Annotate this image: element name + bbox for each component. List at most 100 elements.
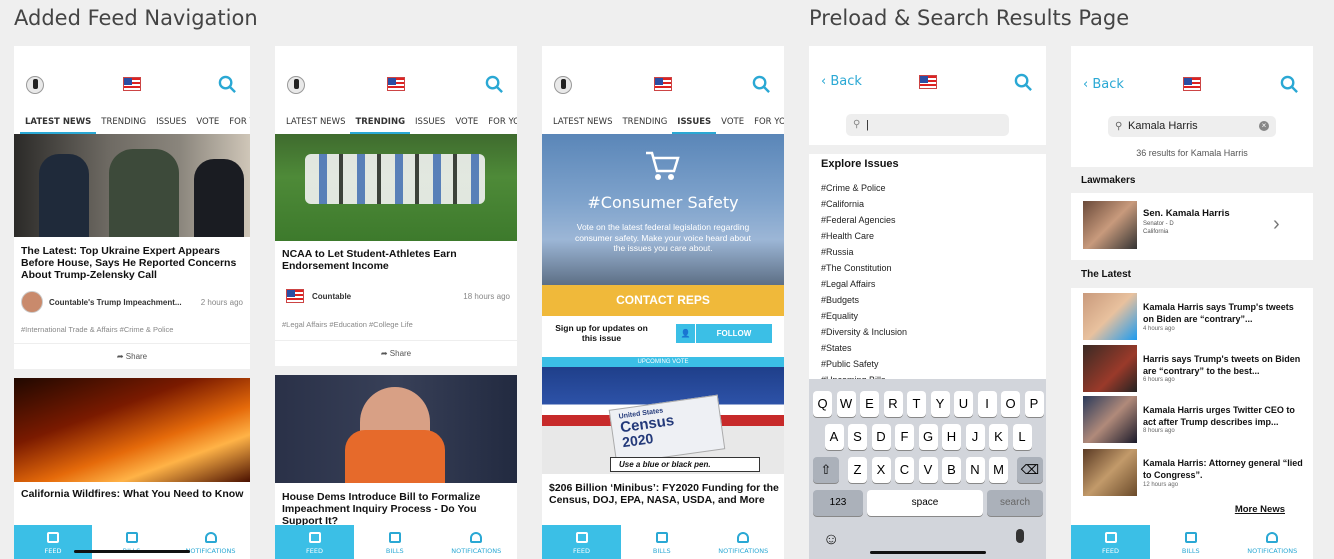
more-news-link[interactable]: More News <box>1235 504 1285 515</box>
search-icon[interactable] <box>752 75 771 94</box>
key-c[interactable]: C <box>895 457 914 483</box>
flag-logo-icon[interactable] <box>387 77 405 91</box>
key-j[interactable]: J <box>965 424 985 450</box>
profile-avatar[interactable] <box>26 76 44 94</box>
tab-issues[interactable]: ISSUES <box>410 116 450 134</box>
key-u[interactable]: U <box>954 391 973 417</box>
issue-item[interactable]: #Budgets <box>821 292 907 308</box>
nav-notifications[interactable]: NOTIFICATIONS <box>436 525 518 559</box>
nav-notifications[interactable]: NOTIFICATIONS <box>1232 525 1314 559</box>
news-image[interactable] <box>275 134 517 241</box>
key-y[interactable]: Y <box>930 391 950 417</box>
issue-item[interactable]: #Federal Agencies <box>821 212 907 228</box>
issue-item[interactable]: #Health Care <box>821 228 907 244</box>
news-image[interactable]: United States Census 2020 Use a blue or … <box>542 367 784 474</box>
nav-feed[interactable]: FEED <box>1071 525 1150 559</box>
news-tags[interactable]: #International Trade & Affairs #Crime & … <box>21 325 173 334</box>
search-icon[interactable] <box>1280 75 1299 94</box>
profile-avatar[interactable] <box>554 76 572 94</box>
issue-item[interactable]: #The Constitution <box>821 260 907 276</box>
delete-key[interactable]: ⌫ <box>1017 457 1043 483</box>
key-w[interactable]: W <box>836 391 856 417</box>
news-title[interactable]: California Wildfires: What You Need to K… <box>21 488 250 500</box>
tab-for-you[interactable]: FOR YOU <box>224 116 250 134</box>
profile-avatar[interactable] <box>287 76 305 94</box>
news-image[interactable] <box>14 378 250 482</box>
tab-trending[interactable]: TRENDING <box>617 116 672 134</box>
key-l[interactable]: L <box>1012 424 1032 450</box>
tab-vote[interactable]: VOTE <box>450 116 483 134</box>
back-button[interactable]: ‹ Back <box>1083 77 1124 92</box>
key-k[interactable]: K <box>989 424 1008 450</box>
issue-item[interactable]: #Legal Affairs <box>821 276 907 292</box>
emoji-icon[interactable]: ☺ <box>823 531 839 549</box>
space-key[interactable]: space <box>867 490 983 516</box>
nav-feed[interactable]: FEED <box>14 525 92 559</box>
follow-button[interactable]: 👤 FOLLOW <box>676 324 772 343</box>
news-title[interactable]: The Latest: Top Ukraine Expert Appears B… <box>21 245 243 281</box>
search-icon[interactable] <box>485 75 504 94</box>
flag-logo-icon[interactable] <box>654 77 672 91</box>
issue-item[interactable]: #Crime & Police <box>821 180 907 196</box>
key-i[interactable]: I <box>977 391 997 417</box>
list-item[interactable]: Kamala Harris says Trump's tweets on Bid… <box>1083 291 1305 343</box>
list-item[interactable]: Kamala Harris urges Twitter CEO to act a… <box>1083 394 1305 447</box>
key-h[interactable]: H <box>942 424 961 450</box>
key-g[interactable]: G <box>918 424 938 450</box>
tab-latest-news[interactable]: LATEST NEWS <box>20 116 97 134</box>
tab-for-you[interactable]: FOR YOU <box>483 116 517 134</box>
issue-item[interactable]: #Diversity & Inclusion <box>821 324 907 340</box>
nav-feed[interactable]: FEED <box>275 525 354 559</box>
nav-feed[interactable]: FEED <box>542 525 621 559</box>
tab-vote[interactable]: VOTE <box>716 116 749 134</box>
issue-item[interactable]: #Equality <box>821 308 907 324</box>
key-x[interactable]: X <box>871 457 891 483</box>
flag-logo-icon[interactable] <box>123 77 141 91</box>
back-button[interactable]: ‹ Back <box>821 74 862 89</box>
issue-item[interactable]: #Public Safety <box>821 356 907 372</box>
news-title[interactable]: House Dems Introduce Bill to Formalize I… <box>282 491 512 527</box>
issue-item[interactable]: #States <box>821 340 907 356</box>
shift-key[interactable]: ⇧ <box>813 457 839 483</box>
news-image[interactable] <box>275 375 517 483</box>
news-image[interactable] <box>14 134 250 237</box>
key-r[interactable]: R <box>883 391 903 417</box>
nav-bills[interactable]: BILLS <box>621 525 703 559</box>
list-item[interactable]: Harris says Trump's tweets on Biden are … <box>1083 343 1305 394</box>
tab-trending[interactable]: TRENDING <box>350 116 411 134</box>
key-p[interactable]: P <box>1024 391 1044 417</box>
key-z[interactable]: Z <box>848 457 867 483</box>
key-a[interactable]: A <box>824 424 844 450</box>
issue-item[interactable]: #California <box>821 196 907 212</box>
flag-logo-icon[interactable] <box>919 75 937 89</box>
search-input[interactable]: ⚲ Kamala Harris × <box>1108 116 1276 137</box>
flag-logo-icon[interactable] <box>1183 77 1201 91</box>
key-f[interactable]: F <box>895 424 914 450</box>
tab-vote[interactable]: VOTE <box>191 116 224 134</box>
numbers-key[interactable]: 123 <box>813 490 863 516</box>
key-e[interactable]: E <box>860 391 879 417</box>
nav-bills[interactable]: BILLS <box>1150 525 1232 559</box>
microphone-icon[interactable] <box>1016 529 1024 543</box>
search-icon[interactable] <box>1014 73 1033 92</box>
news-title[interactable]: $206 Billion ‘Minibus’: FY2020 Funding f… <box>549 482 779 506</box>
news-tags[interactable]: #Legal Affairs #Education #College Life <box>282 320 413 329</box>
tab-latest-news[interactable]: LATEST NEWS <box>548 116 617 134</box>
issue-item[interactable]: #Russia <box>821 244 907 260</box>
key-s[interactable]: S <box>848 424 867 450</box>
search-input[interactable]: ⚲ | <box>846 114 1009 136</box>
key-q[interactable]: Q <box>813 391 832 417</box>
nav-bills[interactable]: BILLS <box>354 525 436 559</box>
contact-reps-button[interactable]: CONTACT REPS <box>542 285 784 316</box>
key-v[interactable]: V <box>918 457 938 483</box>
nav-bills[interactable]: BILLS <box>92 525 171 559</box>
list-item[interactable]: Kamala Harris: Attorney general “lied to… <box>1083 447 1305 499</box>
key-m[interactable]: M <box>989 457 1008 483</box>
share-button[interactable]: ➦ Share <box>14 343 250 369</box>
clear-icon[interactable]: × <box>1259 121 1269 131</box>
share-button[interactable]: ➦ Share <box>275 340 517 366</box>
tab-for-you[interactable]: FOR YOU <box>749 116 784 134</box>
tab-issues[interactable]: ISSUES <box>151 116 191 134</box>
key-t[interactable]: T <box>907 391 926 417</box>
search-icon[interactable] <box>218 75 237 94</box>
